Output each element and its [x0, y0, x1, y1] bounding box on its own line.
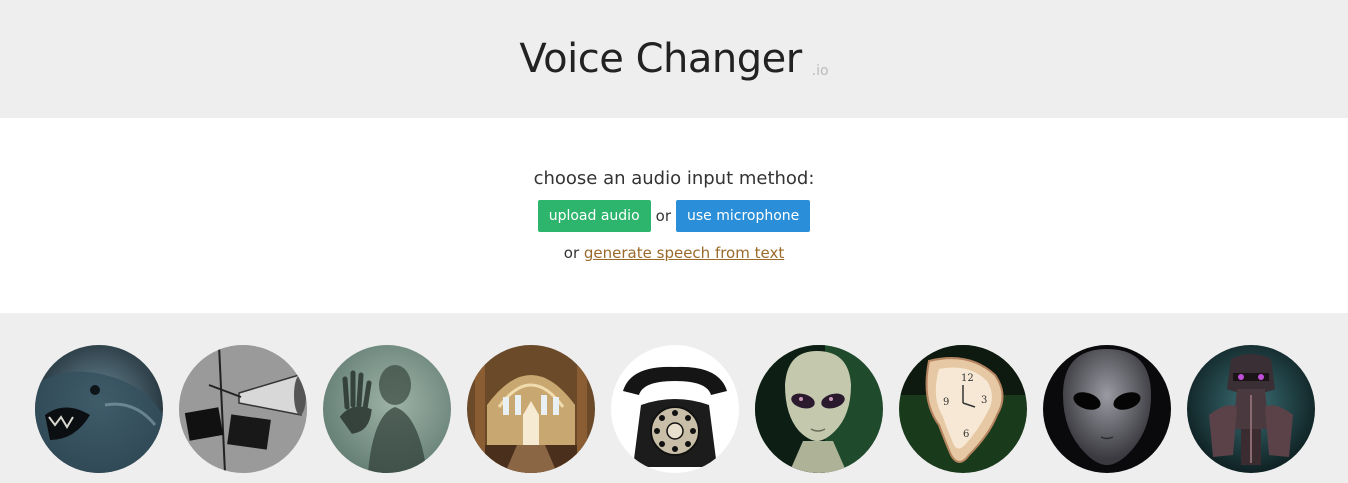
svg-text:12: 12	[961, 373, 974, 384]
creature-mouth-icon	[35, 345, 163, 473]
grey-alien-icon	[1043, 345, 1171, 473]
voice-robot[interactable]	[1187, 345, 1315, 473]
text-to-speech-row: or generate speech from text	[564, 244, 784, 262]
cathedral-icon	[467, 345, 595, 473]
svg-text:9: 9	[943, 397, 949, 408]
voice-ghost[interactable]	[323, 345, 451, 473]
voice-cathedral[interactable]	[467, 345, 595, 473]
voice-grey-alien[interactable]	[1043, 345, 1171, 473]
alien-icon	[755, 345, 883, 473]
ghost-hand-icon	[323, 345, 451, 473]
site-suffix: .io	[811, 63, 829, 79]
input-method-prompt: choose an audio input method:	[533, 168, 815, 189]
or-prefix: or	[563, 244, 580, 262]
or-label: or	[655, 207, 671, 225]
voice-alien[interactable]	[755, 345, 883, 473]
svg-text:3: 3	[981, 395, 987, 406]
input-method-buttons: upload audio or use microphone	[537, 200, 811, 232]
voice-gallery: 12 3 6 9	[0, 313, 1348, 483]
voice-melting-clock[interactable]: 12 3 6 9	[899, 345, 1027, 473]
generate-speech-link[interactable]: generate speech from text	[584, 244, 784, 262]
logo[interactable]: Voice Changer .io	[519, 35, 828, 83]
audio-input-section: choose an audio input method: upload aud…	[0, 118, 1348, 313]
upload-audio-button[interactable]: upload audio	[537, 200, 651, 232]
site-header: Voice Changer .io	[0, 0, 1348, 118]
voice-telephone[interactable]	[611, 345, 739, 473]
voice-creature[interactable]	[35, 345, 163, 473]
telephone-icon	[611, 345, 739, 473]
voice-megaphone[interactable]	[179, 345, 307, 473]
use-microphone-button[interactable]: use microphone	[676, 200, 811, 232]
megaphone-icon	[179, 345, 307, 473]
site-title[interactable]: Voice Changer	[519, 35, 802, 83]
robot-icon	[1187, 345, 1315, 473]
melting-clock-icon: 12 3 6 9	[899, 345, 1027, 473]
svg-text:6: 6	[963, 429, 969, 440]
